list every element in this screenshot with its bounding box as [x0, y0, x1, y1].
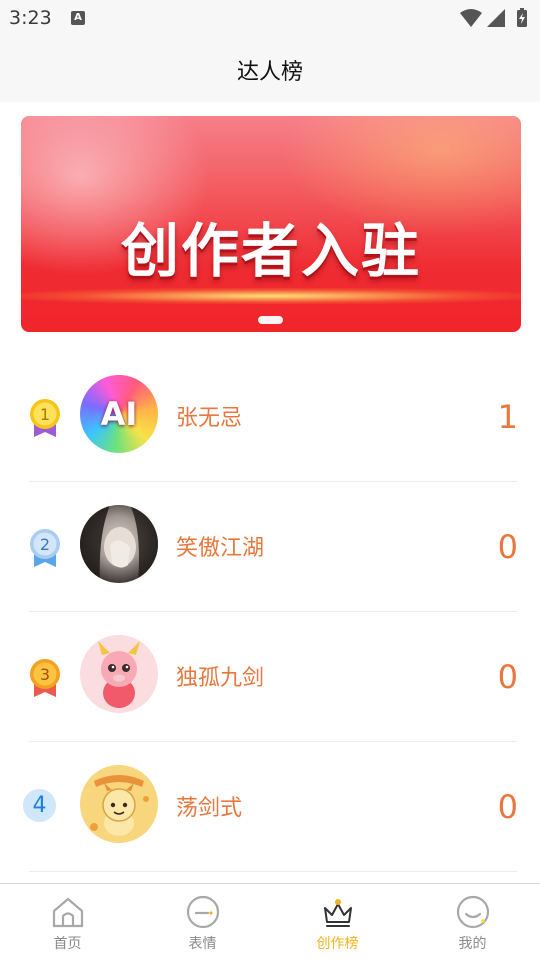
emoji-chat-icon: [186, 895, 219, 929]
nav-item-home[interactable]: 首页: [0, 884, 135, 960]
girl-photo-icon: [80, 505, 158, 583]
rank-number-badge: 4: [23, 789, 56, 822]
rank-row[interactable]: 3 独孤九剑 0: [0, 612, 540, 742]
bottom-nav: 首页 表情 创作榜 我的: [0, 883, 540, 960]
divider: [29, 871, 517, 872]
pink-dragon-icon: [98, 641, 140, 708]
user-name[interactable]: 笑傲江湖: [176, 530, 264, 562]
banner-title: 创作者入驻: [120, 217, 421, 285]
gold-dragon-icon: [90, 775, 149, 836]
promo-banner[interactable]: 创作者入驻: [21, 116, 521, 332]
wifi-icon: [460, 9, 482, 27]
nav-item-emoji[interactable]: 表情: [135, 884, 270, 960]
status-bar: 3:23 A: [0, 0, 540, 36]
silver-medal-icon: 2: [30, 529, 60, 567]
svg-text:3: 3: [40, 665, 50, 684]
notification-a-icon: A: [71, 11, 85, 25]
score: 0: [497, 788, 518, 826]
avatar-ai-text: AI: [100, 395, 138, 433]
avatar[interactable]: [80, 635, 158, 713]
nav-item-ranking[interactable]: 创作榜: [270, 884, 405, 960]
rank-row[interactable]: 4 荡剑式 0: [0, 742, 540, 872]
avatar[interactable]: AI: [80, 375, 158, 453]
svg-text:2: 2: [40, 535, 50, 554]
smile-profile-icon: [456, 895, 489, 929]
user-name[interactable]: 独孤九剑: [176, 660, 264, 692]
bronze-medal-icon: 3: [30, 659, 60, 697]
avatar[interactable]: [80, 505, 158, 583]
status-time: 3:23: [9, 7, 52, 29]
page-title: 达人榜: [236, 60, 303, 85]
score: 0: [497, 528, 518, 566]
user-name[interactable]: 荡剑式: [176, 790, 242, 822]
rank-row[interactable]: 1 AI 张无忌 1: [0, 352, 540, 482]
nav-label: 创作榜: [316, 936, 359, 952]
avatar[interactable]: [80, 765, 158, 843]
banner-horizon-light: [21, 288, 521, 304]
nav-label: 表情: [188, 936, 217, 952]
gold-medal-icon: 1: [30, 399, 60, 437]
rank-row[interactable]: 2 笑傲江湖 0: [0, 482, 540, 612]
user-name[interactable]: 张无忌: [176, 400, 242, 432]
crown-icon: [323, 899, 352, 927]
svg-text:1: 1: [40, 405, 50, 424]
score: 0: [497, 658, 518, 696]
status-icons: [460, 8, 530, 28]
carousel-indicator[interactable]: [258, 316, 283, 324]
nav-label: 我的: [458, 936, 487, 952]
header: 达人榜: [0, 36, 540, 102]
battery-icon: [517, 8, 527, 27]
cellular-signal-icon: [487, 9, 505, 27]
score: 1: [497, 398, 518, 436]
nav-item-profile[interactable]: 我的: [405, 884, 540, 960]
home-icon: [52, 897, 83, 928]
nav-label: 首页: [53, 936, 82, 952]
